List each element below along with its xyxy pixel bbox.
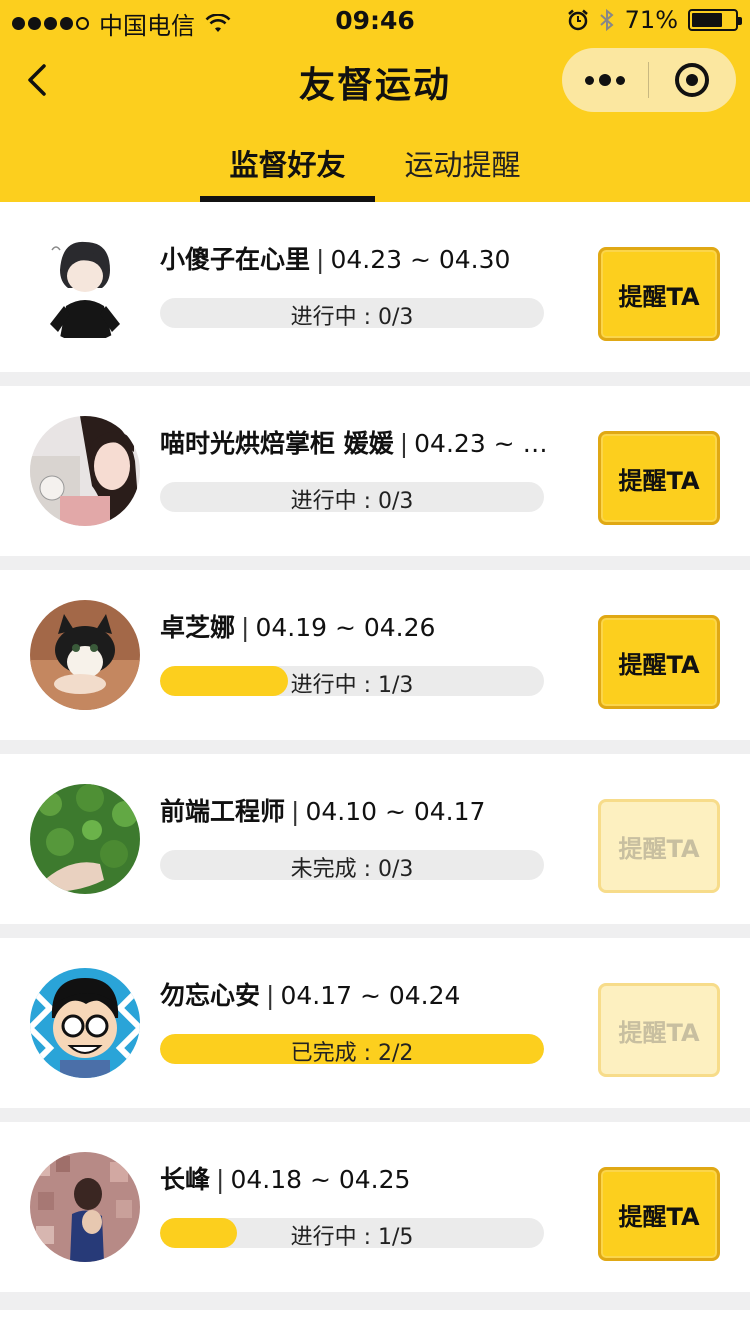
remind-button[interactable]: 提醒TA <box>598 799 720 893</box>
title-separator: | <box>399 429 409 458</box>
girl-photo-avatar-icon <box>30 416 140 526</box>
list-item: 勿忘心安 | 04.17 ~ 04.24 已完成 : 2/2 提醒TA <box>0 938 750 1108</box>
progress-status: 进行中 : 0/3 <box>290 305 414 328</box>
friend-name: 喵时光烘焙掌柜 媛媛 <box>160 429 394 458</box>
battery-percent: 71% <box>624 6 678 34</box>
mini-program-capsule <box>562 48 736 112</box>
more-dot-icon <box>585 75 594 85</box>
progress-status: 已完成 : 2/2 <box>290 1041 414 1064</box>
progress-bar: 进行中 : 0/3 <box>160 298 544 328</box>
progress-bar: 进行中 : 1/5 <box>160 1218 544 1248</box>
kitten-avatar-icon <box>30 600 140 710</box>
list-item: 卓芝娜 | 04.19 ~ 04.26 进行中 : 1/3 提醒TA <box>0 570 750 740</box>
progress-bar: 未完成 : 0/3 <box>160 850 544 880</box>
tab-supervise-friends[interactable]: 监督好友 <box>200 142 375 184</box>
friend-title: 喵时光烘焙掌柜 媛媛 | 04.23 ~ 0... <box>160 424 560 460</box>
progress-status: 进行中 : 1/5 <box>290 1225 414 1248</box>
tab-bar: 监督好友 运动提醒 <box>0 130 750 202</box>
friend-title: 长峰 | 04.18 ~ 04.25 <box>160 1160 410 1196</box>
avatar[interactable] <box>30 416 140 526</box>
remind-button[interactable]: 提醒TA <box>598 431 720 525</box>
remind-button[interactable]: 提醒TA <box>598 1167 720 1261</box>
alarm-icon <box>567 9 588 31</box>
glasses-cartoon-avatar-icon <box>30 968 140 1078</box>
friend-title: 勿忘心安 | 04.17 ~ 04.24 <box>160 976 460 1012</box>
progress-status: 未完成 : 0/3 <box>290 857 414 880</box>
app: 中国电信 09:46 71% 友督运动 监督好友 运动提醒 小傻子在心里 | 0… <box>0 0 750 1334</box>
title-separator: | <box>291 797 300 826</box>
progress-status: 进行中 : 0/3 <box>290 489 414 512</box>
battery-level <box>692 13 722 27</box>
date-range: 04.23 ~ 0... <box>414 429 560 458</box>
friend-list: 小傻子在心里 | 04.23 ~ 04.30 进行中 : 0/3 提醒TA 喵时… <box>0 202 750 1306</box>
progress-bar: 进行中 : 1/3 <box>160 666 544 696</box>
title-separator: | <box>216 1165 225 1194</box>
title-separator: | <box>266 981 275 1010</box>
friend-name: 卓芝娜 <box>160 613 236 642</box>
remind-button[interactable]: 提醒TA <box>598 247 720 341</box>
photo-wall-avatar-icon <box>30 1152 140 1262</box>
date-range: 04.23 ~ 04.30 <box>330 245 511 274</box>
friend-name: 勿忘心安 <box>160 981 261 1010</box>
list-item: 小傻子在心里 | 04.23 ~ 04.30 进行中 : 0/3 提醒TA <box>0 202 750 372</box>
bluetooth-icon <box>599 8 614 32</box>
list-item: 喵时光烘焙掌柜 媛媛 | 04.23 ~ 0... 进行中 : 0/3 提醒TA <box>0 386 750 556</box>
more-button[interactable] <box>562 48 648 112</box>
friend-title: 小傻子在心里 | 04.23 ~ 04.30 <box>160 240 510 276</box>
date-range: 04.17 ~ 04.24 <box>280 981 461 1010</box>
avatar[interactable] <box>30 1152 140 1262</box>
title-separator: | <box>241 613 250 642</box>
friend-title: 前端工程师 | 04.10 ~ 04.17 <box>160 792 485 828</box>
title-separator: | <box>316 245 325 274</box>
header: 中国电信 09:46 71% 友督运动 监督好友 运动提醒 <box>0 0 750 202</box>
status-bar: 中国电信 09:46 71% <box>0 0 750 40</box>
more-dot-icon <box>616 75 625 85</box>
status-right: 71% <box>567 6 742 34</box>
progress-bar: 进行中 : 0/3 <box>160 482 544 512</box>
avatar[interactable] <box>30 968 140 1078</box>
progress-bar: 已完成 : 2/2 <box>160 1034 544 1064</box>
close-mini-program-button[interactable] <box>649 48 735 112</box>
boy-cartoon-avatar-icon <box>30 232 140 342</box>
nav-bar: 友督运动 <box>0 40 750 120</box>
friend-name: 长峰 <box>160 1165 211 1194</box>
friend-name: 前端工程师 <box>160 797 286 826</box>
list-item: 前端工程师 | 04.10 ~ 04.17 未完成 : 0/3 提醒TA <box>0 754 750 924</box>
target-icon <box>675 63 709 97</box>
list-item: 长峰 | 04.18 ~ 04.25 进行中 : 1/5 提醒TA <box>0 1122 750 1292</box>
tab-exercise-reminder[interactable]: 运动提醒 <box>375 142 550 184</box>
date-range: 04.18 ~ 04.25 <box>230 1165 411 1194</box>
clover-avatar-icon <box>30 784 140 894</box>
more-dot-icon <box>599 74 611 86</box>
date-range: 04.19 ~ 04.26 <box>255 613 436 642</box>
remind-button[interactable]: 提醒TA <box>598 983 720 1077</box>
next-list-item-peek <box>0 1310 750 1334</box>
friend-name: 小傻子在心里 <box>160 245 311 274</box>
friend-title: 卓芝娜 | 04.19 ~ 04.26 <box>160 608 435 644</box>
date-range: 04.10 ~ 04.17 <box>305 797 486 826</box>
avatar[interactable] <box>30 232 140 342</box>
avatar[interactable] <box>30 784 140 894</box>
progress-status: 进行中 : 1/3 <box>290 673 414 696</box>
remind-button[interactable]: 提醒TA <box>598 615 720 709</box>
avatar[interactable] <box>30 600 140 710</box>
battery-icon <box>688 9 742 31</box>
